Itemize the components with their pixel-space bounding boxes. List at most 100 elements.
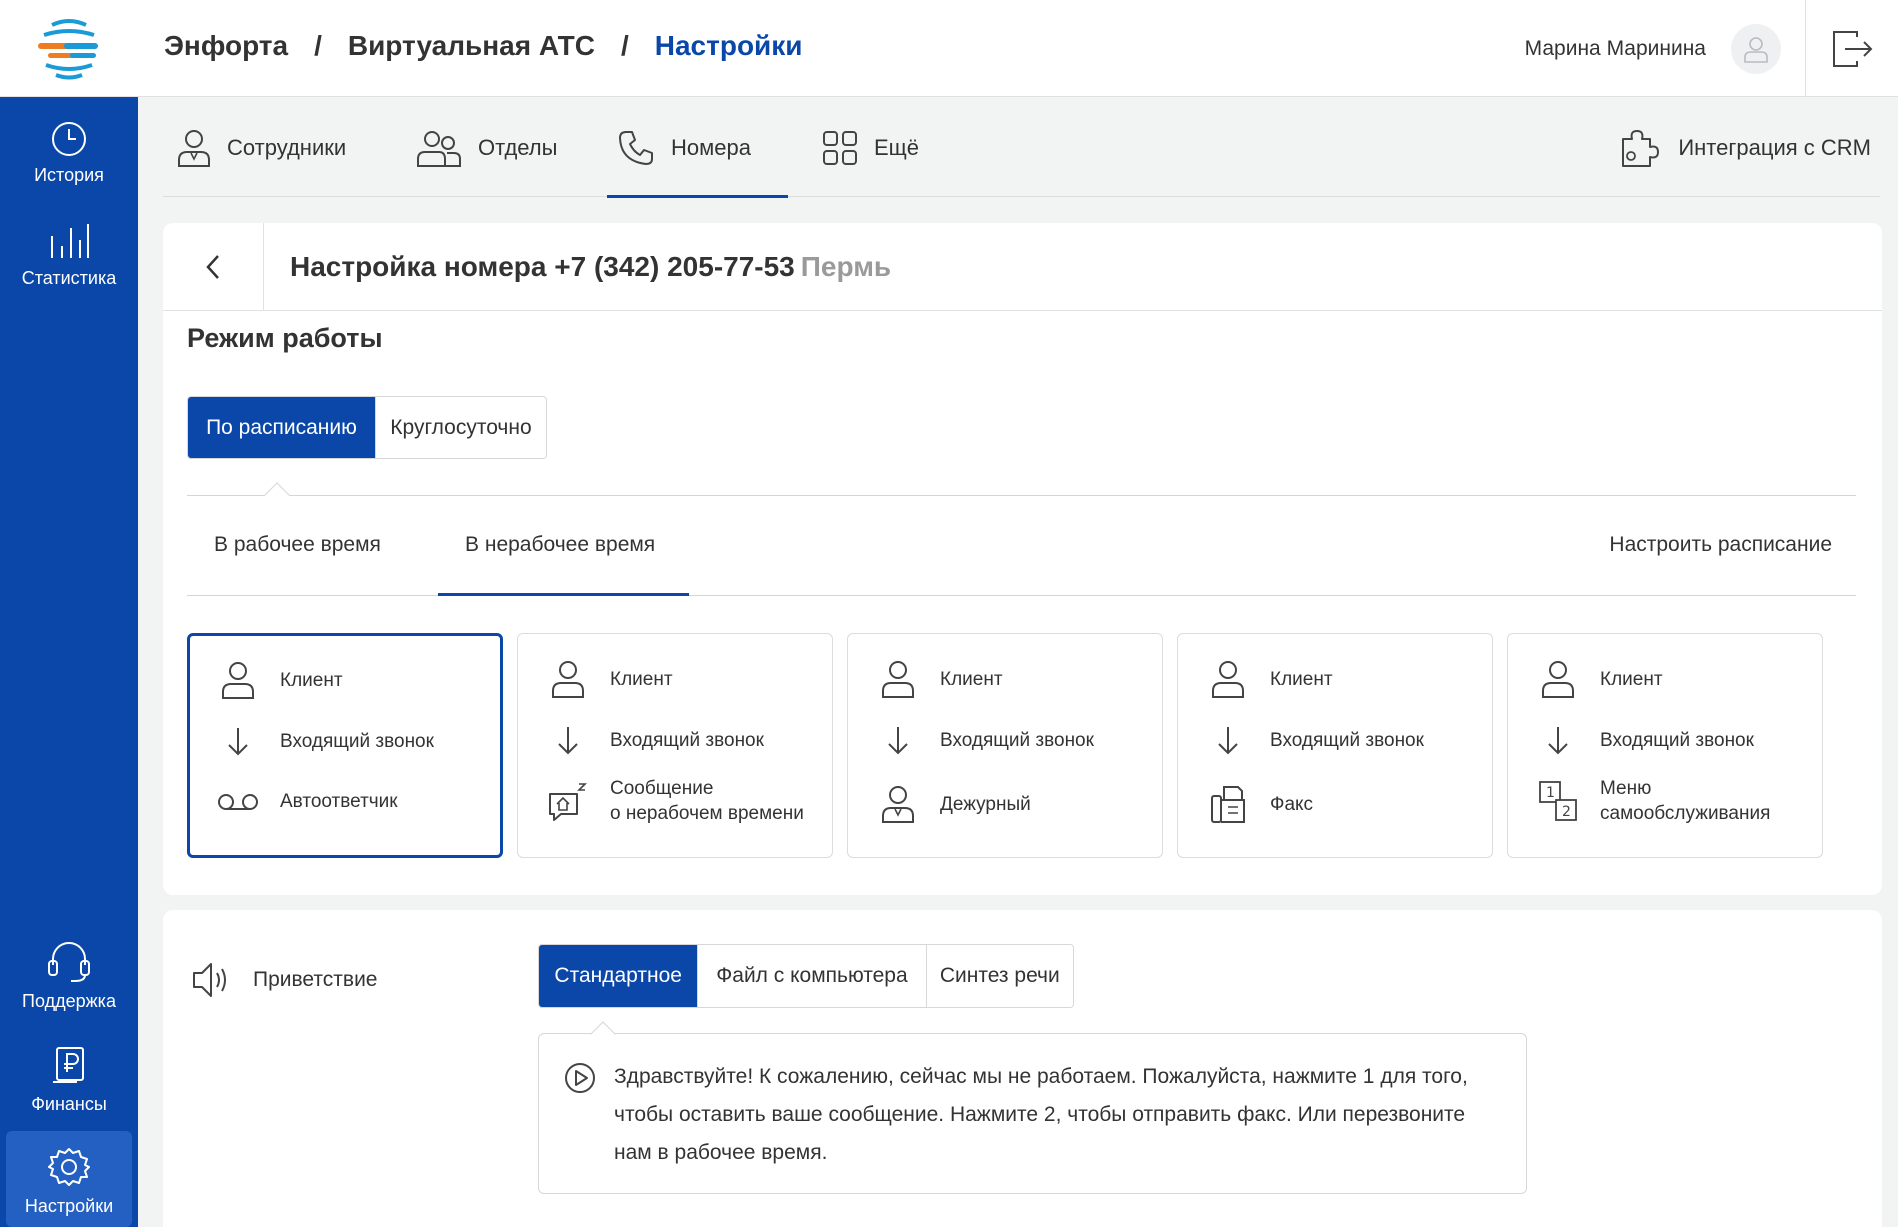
top-header: Энфорта / Виртуальная АТС / Настройки Ма…: [138, 0, 1898, 97]
page-title: Настройка номера +7 (342) 205-77-53 Пермь: [290, 251, 891, 283]
greeting-text-box: Здравствуйте! К сожалению, сейчас мы не …: [538, 1033, 1527, 1194]
arrow-down-icon: [1548, 727, 1568, 755]
number-settings-card: Настройка номера +7 (342) 205-77-53 Пермь…: [163, 223, 1882, 895]
sidebar-item-label: Финансы: [31, 1093, 107, 1114]
avatar[interactable]: [1731, 24, 1781, 74]
person-icon: [1542, 661, 1574, 698]
sidebar-item-label: Настройки: [24, 1195, 114, 1216]
mode-schedule-option[interactable]: По расписанию: [188, 397, 375, 458]
tab-label: Сотрудники: [227, 134, 347, 160]
scenario-card-fax[interactable]: Клиент Входящий звонок Факс: [1177, 633, 1493, 858]
enforta-logo-icon: [38, 19, 98, 80]
scenario-row-target: Факс: [1206, 784, 1313, 824]
user-name[interactable]: Марина Маринина: [1525, 37, 1706, 61]
scenario-card-voicemail[interactable]: Клиент Входящий звонок Автоответчик: [187, 633, 503, 858]
configure-schedule-link[interactable]: Настроить расписание: [1609, 533, 1832, 557]
mode-24h-option[interactable]: Круглосуточно: [374, 397, 546, 458]
scenario-row-target: Дежурный: [876, 784, 1031, 824]
breadcrumb: Энфорта / Виртуальная АТС / Настройки: [164, 30, 803, 62]
breadcrumb-current: Настройки: [654, 30, 803, 61]
logout-button[interactable]: [1805, 0, 1898, 97]
tab-label: Номера: [671, 134, 751, 160]
tab-departments[interactable]: Отделы: [416, 98, 557, 197]
arrow-down-icon: [228, 728, 248, 756]
scenario-card-non-working-message[interactable]: Клиент Входящий звонок Сообщение о нерабо…: [517, 633, 833, 858]
crm-integration-link[interactable]: Интеграция с CRM: [1620, 98, 1871, 197]
greeting-file-option[interactable]: Файл с компьютера: [697, 945, 926, 1007]
play-button[interactable]: [564, 1062, 596, 1094]
tab-non-working-hours[interactable]: В нерабочее время: [465, 533, 655, 557]
person-icon: [882, 661, 914, 698]
sleep-message-icon: [549, 783, 587, 821]
puzzle-icon: [1622, 129, 1660, 167]
scenario-row-incoming: Входящий звонок: [216, 726, 434, 756]
arrow-down-icon: [558, 727, 578, 755]
voicemail-icon: [218, 793, 258, 810]
phone-icon: [619, 130, 653, 165]
logout-icon: [1833, 30, 1873, 67]
sidebar-item-statistics[interactable]: Статистика: [6, 203, 132, 299]
play-icon: [565, 1063, 595, 1093]
greeting-card: Приветствие Стандартное Файл с компьютер…: [163, 910, 1882, 1227]
speaker-icon: [193, 963, 226, 997]
scenario-card-self-service-menu[interactable]: Клиент Входящий звонок 12 Меню самообслуж…: [1507, 633, 1823, 858]
breadcrumb-item[interactable]: Виртуальная АТС: [348, 30, 595, 62]
logo[interactable]: [0, 0, 138, 97]
group-icon: [417, 130, 461, 167]
scenario-row-client: Клиент: [216, 660, 343, 700]
scenario-row-client: Клиент: [876, 659, 1003, 699]
greeting-text: Здравствуйте! К сожалению, сейчас мы не …: [614, 1065, 1468, 1164]
greeting-source-switch: Стандартное Файл с компьютера Синтез реч…: [538, 944, 1074, 1008]
sidebar-item-label: Поддержка: [22, 990, 116, 1011]
scenario-row-client: Клиент: [546, 659, 673, 699]
tab-employees[interactable]: Сотрудники: [177, 98, 346, 197]
person-icon: [1212, 661, 1244, 698]
tab-label: Отделы: [478, 134, 558, 160]
breadcrumb-separator: /: [314, 30, 322, 61]
scenario-row-target: Автоответчик: [216, 789, 398, 814]
scenario-row-incoming: Входящий звонок: [1206, 725, 1424, 755]
city-label: Пермь: [800, 251, 892, 282]
card-header: Настройка номера +7 (342) 205-77-53 Пермь: [163, 223, 1882, 311]
scenario-row-incoming: Входящий звонок: [1536, 725, 1754, 755]
tab-more[interactable]: Ещё: [822, 98, 919, 197]
duty-person-icon: [882, 786, 914, 823]
bars-icon: [51, 223, 89, 258]
sidebar-item-support[interactable]: Поддержка: [6, 926, 132, 1022]
grid-icon: [823, 130, 857, 165]
greeting-label: Приветствие: [191, 960, 377, 1000]
greeting-standard-option[interactable]: Стандартное: [539, 945, 698, 1007]
scenario-card-duty[interactable]: Клиент Входящий звонок Дежурный: [847, 633, 1163, 858]
ruble-doc-icon: [53, 1046, 84, 1083]
arrow-down-icon: [1218, 727, 1238, 755]
clock-icon: [52, 121, 86, 156]
scenario-row-incoming: Входящий звонок: [876, 725, 1094, 755]
scenario-row-client: Клиент: [1206, 659, 1333, 699]
pointer-notch: [264, 482, 290, 508]
sidebar-item-settings[interactable]: Настройки: [6, 1131, 132, 1227]
scenario-row-target: Сообщение о нерабочем времени: [546, 776, 804, 826]
sidebar-item-label: История: [34, 164, 104, 185]
divider: [187, 495, 1856, 496]
tab-numbers[interactable]: Номера: [607, 98, 788, 198]
crm-label: Интеграция с CRM: [1678, 134, 1871, 160]
sidebar-item-label: Статистика: [21, 267, 117, 288]
back-button[interactable]: [163, 223, 264, 311]
chevron-left-icon: [206, 255, 219, 279]
svg-text:1: 1: [1546, 785, 1555, 801]
scenario-row-client: Клиент: [1536, 659, 1663, 699]
fax-icon: [1211, 786, 1245, 823]
arrow-down-icon: [888, 727, 908, 755]
user-icon: [1744, 37, 1768, 63]
number-title: Настройка номера +7 (342) 205-77-53: [290, 251, 795, 282]
person-icon: [178, 129, 210, 167]
tab-working-hours[interactable]: В рабочее время: [214, 533, 381, 557]
person-icon: [552, 661, 584, 698]
breadcrumb-item[interactable]: Энфорта: [164, 30, 288, 62]
scenario-row-target: 12 Меню самообслуживания: [1536, 776, 1770, 826]
greeting-tts-option[interactable]: Синтез речи: [925, 945, 1073, 1007]
sidebar-item-history[interactable]: История: [6, 100, 132, 196]
tab-label: Ещё: [874, 134, 920, 160]
headset-icon: [48, 941, 90, 982]
sidebar-item-finance[interactable]: Финансы: [6, 1029, 132, 1125]
